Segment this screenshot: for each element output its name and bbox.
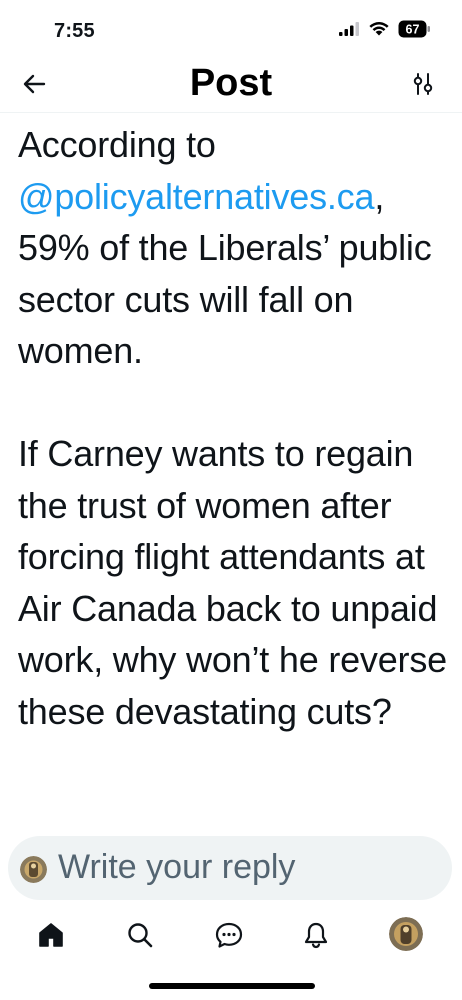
page-title: Post [189,62,273,104]
sliders-icon[interactable] [410,70,436,98]
bell-icon [304,922,328,949]
avatar[interactable] [389,917,423,951]
avatar [20,856,47,883]
post-header: Post [0,60,462,110]
post-paragraph-1: According to @policyalternatives.ca, 59%… [18,119,448,377]
reply-placeholder: Write your reply [58,848,296,886]
cellular-signal-icon [339,22,359,36]
header-divider [0,112,462,113]
home-indicator[interactable] [149,983,315,989]
home-icon [39,923,63,947]
status-time: 7:55 [54,20,95,42]
bottom-nav [0,905,462,969]
battery-icon: 67 [398,20,430,38]
battery-level: 67 [406,23,420,37]
nav-notifications[interactable] [300,919,332,951]
nav-search[interactable] [124,919,156,951]
post-paragraph-1-prefix: According to [18,124,216,165]
reply-input[interactable]: Write your reply [8,836,452,900]
mention-link[interactable]: @policyalternatives.ca [18,176,375,217]
nav-messages[interactable] [213,919,245,951]
post-text: According to @policyalternatives.ca, 59%… [18,119,448,737]
search-icon [128,923,153,948]
post-paragraph-2: If Carney wants to regain the trust of w… [18,433,447,732]
status-bar: 7:55 67 [0,0,462,60]
wifi-icon [369,22,389,36]
nav-home[interactable] [35,919,67,951]
chat-bubble-icon [215,922,243,948]
post-screen: 7:55 67 Post According to @policyalterna… [0,0,462,1000]
